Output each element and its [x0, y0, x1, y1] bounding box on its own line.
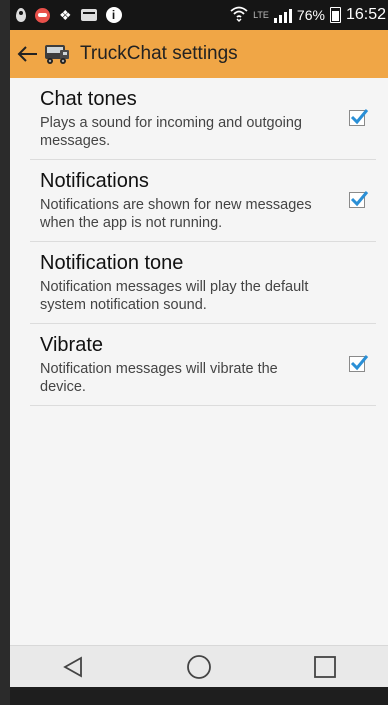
bottom-bezel — [10, 687, 388, 705]
setting-summary: Notification messages will vibrate the d… — [40, 361, 278, 395]
setting-vibrate[interactable]: Vibrate Notification messages will vibra… — [30, 324, 376, 406]
phone-screen: ❖ i LTE 76% 16:52 TruckChat settings Cha… — [10, 0, 388, 705]
setting-title: Notifications — [40, 170, 149, 192]
navigation-bar — [10, 645, 388, 688]
page-title: TruckChat settings — [80, 43, 238, 64]
location-icon — [16, 8, 26, 22]
message-icon — [80, 9, 97, 21]
truck-app-icon[interactable] — [42, 41, 72, 67]
vibrate-checkbox[interactable] — [349, 354, 369, 372]
setting-summary: Notifications are shown for new messages… — [40, 197, 312, 231]
setting-title: Chat tones — [40, 88, 137, 110]
notification-app-icon — [35, 7, 50, 23]
setting-chat-tones[interactable]: Chat tones Plays a sound for incoming an… — [30, 78, 376, 160]
status-bar-system: LTE 76% 16:52 — [230, 0, 386, 30]
status-bar-notifications: ❖ i — [10, 7, 122, 23]
setting-notifications[interactable]: Notifications Notifications are shown fo… — [30, 160, 376, 242]
notifications-checkbox[interactable] — [349, 190, 369, 208]
dropbox-icon: ❖ — [59, 7, 72, 23]
back-triangle-icon[interactable] — [53, 650, 93, 684]
setting-summary: Plays a sound for incoming and outgoing … — [40, 115, 302, 149]
recents-square-icon[interactable] — [305, 650, 345, 684]
battery-percent: 76% — [296, 7, 325, 23]
signal-icon — [273, 7, 292, 23]
setting-notification-tone[interactable]: Notification tone Notification messages … — [30, 242, 376, 324]
setting-title: Vibrate — [40, 334, 104, 356]
wifi-icon — [230, 6, 248, 25]
action-bar: TruckChat settings — [10, 30, 388, 78]
battery-icon — [329, 7, 341, 23]
chat-tones-checkbox[interactable] — [349, 108, 369, 126]
status-bar: ❖ i LTE 76% 16:52 — [10, 0, 388, 30]
network-type-label: LTE — [253, 10, 269, 20]
setting-title: Notification tone — [40, 252, 184, 274]
setting-summary: Notification messages will play the defa… — [40, 279, 309, 313]
back-arrow-icon[interactable] — [16, 42, 40, 66]
clock: 16:52 — [345, 6, 386, 23]
settings-list: Chat tones Plays a sound for incoming an… — [10, 78, 388, 406]
info-icon: i — [105, 7, 122, 23]
home-circle-icon[interactable] — [179, 650, 219, 684]
